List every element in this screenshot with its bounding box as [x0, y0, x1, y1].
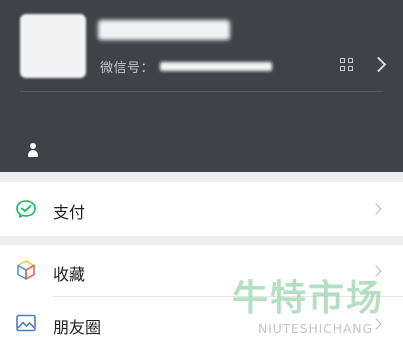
photo-frame-icon — [16, 314, 36, 332]
menu-item-label: 支付 — [53, 205, 86, 222]
pay-check-bubble-icon — [16, 200, 36, 218]
chevron-right-icon — [370, 203, 382, 215]
nickname-redacted — [98, 20, 230, 40]
person-icon[interactable] — [28, 143, 38, 157]
avatar[interactable] — [20, 14, 86, 78]
menu-item-pay[interactable]: 支付 — [0, 182, 403, 236]
menu-item-favorites[interactable]: 收藏 — [0, 245, 403, 297]
chevron-right-icon[interactable] — [370, 56, 387, 73]
qr-code-icon[interactable] — [340, 58, 354, 72]
chevron-right-icon — [370, 318, 382, 330]
menu-item-moments[interactable]: 朋友圈 — [0, 297, 403, 348]
wechat-id-row: 微信号： — [100, 57, 273, 76]
chevron-right-icon — [370, 265, 382, 277]
menu-item-label: 收藏 — [53, 267, 86, 284]
menu-item-label: 朋友圈 — [53, 320, 102, 337]
cube-icon — [17, 260, 35, 280]
wechat-id-redacted — [160, 62, 273, 71]
header-divider — [20, 91, 383, 92]
profile-header[interactable]: 微信号： — [0, 0, 403, 172]
wechat-id-label: 微信号： — [100, 60, 155, 75]
